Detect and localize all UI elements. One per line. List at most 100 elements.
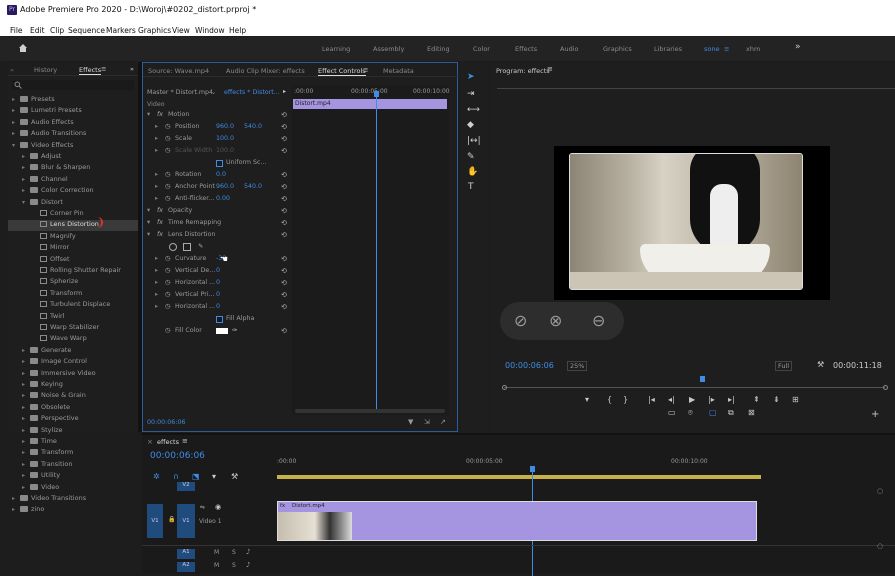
effects-tree-item[interactable]: ▸ Obsolete (8, 403, 70, 414)
work-area-bar[interactable] (277, 475, 761, 479)
reset-icon[interactable]: ⟲ (281, 135, 289, 143)
effects-tree-item[interactable]: ▸ Transform (8, 448, 73, 459)
timeline-settings-icon[interactable]: ⚒ (231, 472, 238, 481)
master-clip-label[interactable]: Master * Distort.mp4 (147, 89, 213, 96)
effect-property-row[interactable]: ▾ fx Opacity ⟲ (143, 207, 293, 218)
add-button-icon[interactable]: + (871, 409, 879, 420)
workspace-xhm[interactable]: xhm (746, 45, 760, 53)
chevron-right-icon[interactable]: ▸ (22, 484, 30, 491)
effect-property-row[interactable]: ▸ ◷ Horizontal ... 0 ⟲ (143, 279, 293, 290)
zoom-select[interactable]: 25% (567, 361, 588, 371)
sequence-clip-label[interactable]: effects * Distort... (224, 89, 280, 96)
reset-icon[interactable]: ⟲ (281, 219, 289, 227)
timeline-tab[interactable]: effects (157, 438, 179, 446)
effects-tree-item[interactable]: ▸ Time (8, 437, 57, 448)
effect-property-row[interactable]: Fill Alpha (143, 315, 293, 326)
chevron-right-icon[interactable]: ▸ (12, 96, 20, 103)
effects-tree-item[interactable]: ▸ Channel (8, 175, 68, 186)
v1-eye-icon[interactable]: ◉ (215, 503, 221, 511)
video-frame[interactable] (569, 153, 803, 290)
chevron-right-icon[interactable]: ▸ (22, 415, 30, 422)
tab-metadata[interactable]: Metadata (383, 67, 414, 75)
mark-out-icon[interactable]: } (623, 395, 628, 404)
expand-icon[interactable]: ▸ (155, 123, 158, 130)
a1-target[interactable]: A1 (177, 549, 195, 559)
reset-icon[interactable]: ⟲ (281, 267, 289, 275)
property-value[interactable]: 960.0 (216, 183, 234, 190)
vr-view-icon[interactable]: ⊠ (748, 408, 755, 417)
fx-icon[interactable]: fx (157, 219, 163, 226)
a2-mute-button[interactable]: M (214, 562, 219, 569)
tab-audio-clip-mixer[interactable]: Audio Clip Mixer: effects (226, 67, 305, 75)
close-tab-icon[interactable]: × (147, 438, 153, 446)
chevron-right-icon[interactable]: ▸ (22, 472, 30, 479)
v2-target[interactable]: V2 (177, 482, 195, 491)
stopwatch-icon[interactable]: ◷ (165, 171, 171, 178)
program-timecode[interactable]: 00:00:06:06 (505, 361, 554, 370)
menu-edit[interactable]: Edit (30, 26, 45, 35)
menu-view[interactable]: View (172, 26, 190, 35)
reset-icon[interactable]: ⟲ (281, 111, 289, 119)
expand-icon[interactable]: ▸ (155, 195, 158, 202)
effects-tree-item[interactable]: ▸ Color Correction (8, 186, 94, 197)
chevron-right-icon[interactable]: ▸ (12, 119, 20, 126)
effect-property-row[interactable]: ◷ Fill Color ✑ ⟲ (143, 327, 293, 338)
a1-mic-icon[interactable]: ♪ (246, 548, 250, 556)
property-value[interactable]: 0 (216, 267, 220, 274)
chevron-down-icon[interactable]: ▾ (12, 142, 20, 149)
expand-icon[interactable]: ▸ (155, 135, 158, 142)
chevron-right-icon[interactable]: ▸ (22, 358, 30, 365)
extract-icon[interactable]: ⇟ (773, 395, 780, 404)
workspace-learning[interactable]: Learning (322, 45, 350, 53)
ec-timecode[interactable]: 00:00:06:06 (147, 419, 185, 426)
expand-icon[interactable]: ▾ (147, 111, 150, 118)
effect-property-row[interactable]: ▸ ◷ Anti-flicker... 0.00 ⟲ (143, 195, 293, 206)
reset-icon[interactable]: ⟲ (281, 303, 289, 311)
comparison-view-icon[interactable]: ▢ (709, 408, 717, 417)
reset-icon[interactable]: ⟲ (281, 231, 289, 239)
workspace-libraries[interactable]: Libraries (654, 45, 682, 53)
menu-markers[interactable]: Markers (106, 26, 136, 35)
marker-icon[interactable]: ▾ (212, 472, 216, 481)
effects-tree-item[interactable]: Offset (8, 255, 70, 266)
a2-mic-icon[interactable]: ♪ (246, 561, 250, 569)
reset-icon[interactable]: ⟲ (281, 291, 289, 299)
chevron-right-icon[interactable]: ▸ (12, 495, 20, 502)
mute-icon[interactable]: ⊗ (549, 311, 562, 330)
effects-tree-item[interactable]: Mirror (8, 243, 69, 254)
ripple-edit-tool-icon[interactable]: ⟷ (467, 105, 480, 115)
property-value[interactable]: 0.0 (216, 171, 226, 178)
expand-icon[interactable]: ▸ (155, 255, 158, 262)
effect-property-row[interactable]: ▸ ◷ Vertical Pri... 0 ⟲ (143, 291, 293, 302)
export-icon[interactable]: ⇲ (424, 418, 430, 426)
effects-tree-item[interactable]: ▸ Lumetri Presets (8, 106, 82, 117)
chevron-right-icon[interactable]: ▸ (22, 347, 30, 354)
effect-property-row[interactable]: ▸ ◷ Scale 100.0 ⟲ (143, 135, 293, 146)
menu-help[interactable]: Help (229, 26, 246, 35)
mark-in-icon[interactable]: { (607, 395, 612, 404)
effects-tree-item[interactable]: ▸ Transition (8, 460, 72, 471)
reset-icon[interactable]: ⟲ (281, 207, 289, 215)
timeline-menu-icon[interactable]: ≡ (182, 437, 188, 445)
effect-property-row[interactable]: ▾ fx Motion ⟲ (143, 111, 293, 122)
effects-tree-item[interactable]: ▸ Immersive Video (8, 369, 96, 380)
menu-file[interactable]: File (10, 26, 23, 35)
effects-tree-item[interactable]: Wave Warp (8, 334, 87, 345)
tab-effects[interactable]: Effects (79, 66, 102, 75)
expand-icon[interactable]: ▸ (155, 183, 158, 190)
menu-window[interactable]: Window (195, 26, 225, 35)
fx-icon[interactable]: fx (157, 207, 163, 214)
scroll-handle-bottom[interactable]: ○ (877, 542, 883, 550)
add-marker-icon[interactable]: ▾ (585, 395, 589, 404)
expand-icon[interactable]: ▾ (147, 231, 150, 238)
property-value[interactable]: 0 (216, 279, 220, 286)
button-editor-icon[interactable]: ▭ (668, 408, 676, 417)
color-swatch[interactable] (216, 328, 228, 334)
effect-property-row[interactable]: ▸ ◷ Position 960.0 540.0 ⟲ (143, 123, 293, 134)
program-scrubber[interactable] (504, 387, 885, 388)
workspace-effects[interactable]: Effects (515, 45, 537, 53)
chevron-right-icon[interactable]: ▸ (22, 153, 30, 160)
effect-property-row[interactable]: Uniform Sc... (143, 159, 293, 170)
slip-tool-icon[interactable]: |↔| (467, 136, 481, 146)
property-value[interactable]: 960.0 (216, 123, 234, 130)
